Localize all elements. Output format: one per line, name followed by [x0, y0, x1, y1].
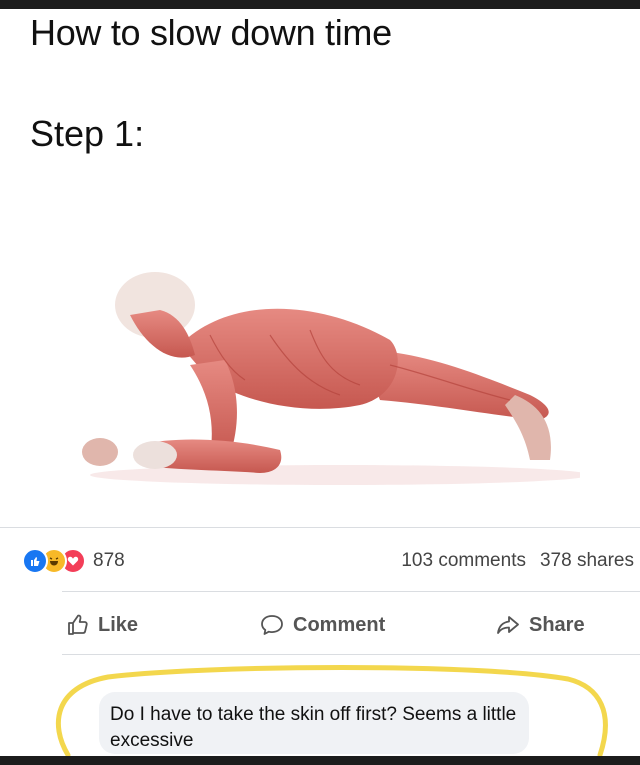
- thumbs-up-icon: [68, 614, 88, 635]
- post-title: How to slow down time: [30, 12, 392, 53]
- anatomy-plank-figure: [82, 272, 580, 485]
- share-label: Share: [529, 613, 585, 636]
- highlight-circle: [55, 665, 608, 758]
- bottom-dark-bar: [0, 756, 640, 765]
- like-button[interactable]: Like: [66, 600, 138, 650]
- comment-button[interactable]: Comment: [259, 600, 385, 650]
- post-stats: 103 comments 378 shares: [401, 550, 634, 572]
- comments-count[interactable]: 103 comments: [401, 550, 526, 572]
- post-step-label: Step 1:: [30, 113, 145, 154]
- comment-label: Comment: [293, 613, 386, 636]
- like-label: Like: [98, 613, 139, 636]
- speech-bubble-icon: [261, 615, 283, 635]
- floor-shadow: [90, 465, 580, 485]
- shares-count[interactable]: 378 shares: [540, 550, 634, 572]
- highlighted-comment: Do I have to take the skin off first? Se…: [48, 665, 610, 760]
- like-reaction-icon: [22, 548, 48, 574]
- action-bar: Like Comment Share: [0, 600, 640, 650]
- left-fist: [82, 438, 118, 466]
- top-dark-bar: [0, 0, 640, 9]
- divider-actions-bottom: [62, 654, 640, 655]
- reaction-count: 878: [93, 550, 125, 571]
- share-arrow-icon: [497, 616, 519, 634]
- divider-top: [0, 527, 640, 528]
- right-fist: [133, 441, 177, 469]
- reactions-summary[interactable]: 878: [22, 548, 125, 574]
- divider-actions-top: [62, 591, 640, 592]
- share-button[interactable]: Share: [495, 600, 585, 650]
